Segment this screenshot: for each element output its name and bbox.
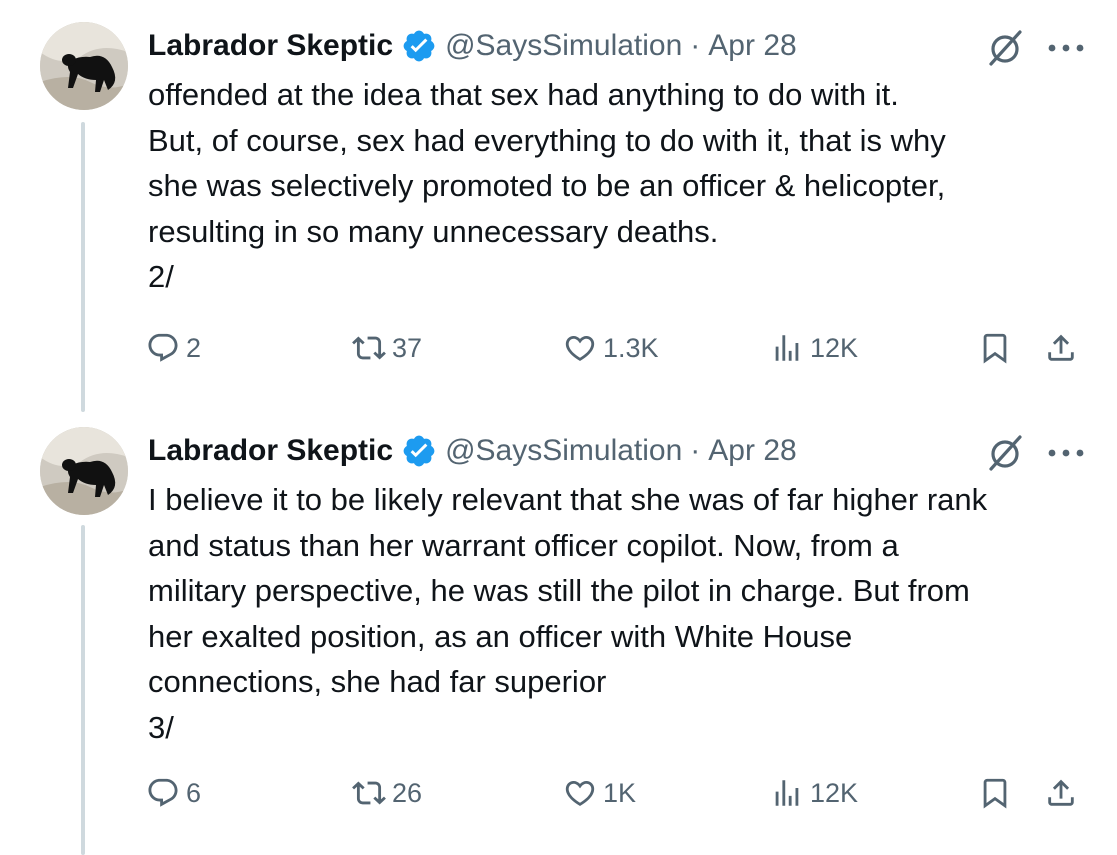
- tweet-text: offended at the idea that sex had anythi…: [148, 72, 1098, 300]
- share-button[interactable]: [1044, 326, 1078, 370]
- repost-count: 37: [392, 332, 423, 363]
- tweet-text: I believe it to be likely relevant that …: [148, 477, 1098, 750]
- tweet-header: Labrador Skeptic @SaysSimulation · Apr 2…: [148, 429, 797, 473]
- author-name[interactable]: Labrador Skeptic: [148, 29, 393, 63]
- dog-avatar-image: [40, 427, 128, 515]
- tweet-text-line: she was selectively promoted to be an of…: [148, 168, 946, 203]
- reply-icon: [148, 333, 178, 362]
- share-icon: [1048, 334, 1074, 361]
- like-count: 1.3K: [603, 332, 659, 363]
- more-icon[interactable]: [1044, 433, 1088, 473]
- views-count: 12K: [810, 332, 859, 363]
- views-button[interactable]: 12K: [770, 326, 858, 370]
- author-handle[interactable]: @SaysSimulation: [445, 434, 682, 468]
- share-button[interactable]: [1044, 771, 1078, 815]
- repost-icon: [352, 781, 386, 805]
- separator: ·: [690, 29, 701, 62]
- separator: ·: [690, 434, 701, 467]
- repost-count: 26: [392, 777, 423, 808]
- dog-avatar-image: [40, 22, 128, 110]
- avatar[interactable]: [40, 427, 128, 515]
- bookmark-icon: [983, 778, 1007, 809]
- author-handle[interactable]: @SaysSimulation: [445, 29, 682, 63]
- action-bar: 6 26 1K 12K: [0, 771, 1117, 815]
- grok-icon[interactable]: [985, 28, 1025, 68]
- heart-icon: [565, 780, 595, 806]
- tweet-text-line: and status than her warrant officer copi…: [148, 527, 899, 563]
- bookmark-button[interactable]: [978, 326, 1012, 370]
- verified-badge-icon: [403, 435, 435, 467]
- like-button[interactable]: 1K: [563, 771, 636, 815]
- like-count: 1K: [603, 777, 637, 808]
- repost-button[interactable]: 26: [352, 771, 422, 815]
- repost-button[interactable]: 37: [352, 326, 422, 370]
- tweet-text-line: But, of course, sex had everything to do…: [148, 122, 946, 158]
- tweet-text-line: 3/: [148, 709, 174, 745]
- reply-icon: [148, 778, 178, 807]
- tweet-text-line: connections, she had far superior: [148, 664, 607, 699]
- bookmark-icon: [983, 333, 1007, 364]
- tweet-text-line: I believe it to be likely relevant that …: [148, 482, 988, 517]
- tweet-text-line: resulting in so many unnecessary deaths.: [148, 213, 719, 249]
- views-icon: [775, 335, 799, 361]
- avatar[interactable]: [40, 22, 128, 110]
- tweet-text-line: her exalted position, as an officer with…: [148, 618, 853, 654]
- reply-button[interactable]: 2: [146, 326, 201, 370]
- heart-icon: [565, 335, 595, 361]
- tweet-text-line: offended at the idea that sex had anythi…: [148, 77, 899, 112]
- author-name[interactable]: Labrador Skeptic: [148, 434, 393, 468]
- more-icon[interactable]: [1044, 28, 1088, 68]
- tweet-header: Labrador Skeptic @SaysSimulation · Apr 2…: [148, 24, 797, 68]
- views-count: 12K: [810, 777, 859, 808]
- grok-icon[interactable]: [985, 433, 1025, 473]
- like-button[interactable]: 1.3K: [563, 326, 659, 370]
- tweet-text-line: military perspective, he was still the p…: [148, 573, 970, 608]
- tweet-text-line: 2/: [148, 259, 174, 294]
- tweet[interactable]: Labrador Skeptic @SaysSimulation · Apr 2…: [0, 0, 1117, 412]
- tweet-date[interactable]: Apr 28: [708, 29, 796, 63]
- reply-count: 6: [186, 777, 202, 808]
- tweet[interactable]: Labrador Skeptic @SaysSimulation · Apr 2…: [0, 405, 1117, 855]
- repost-icon: [352, 336, 386, 360]
- verified-badge-icon: [403, 30, 435, 62]
- tweet-date[interactable]: Apr 28: [708, 434, 796, 468]
- bookmark-button[interactable]: [978, 771, 1012, 815]
- views-icon: [775, 780, 799, 806]
- views-button[interactable]: 12K: [770, 771, 858, 815]
- reply-button[interactable]: 6: [146, 771, 201, 815]
- reply-count: 2: [186, 332, 202, 363]
- share-icon: [1048, 779, 1074, 806]
- action-bar: 2 37 1.3K 12K: [0, 326, 1117, 370]
